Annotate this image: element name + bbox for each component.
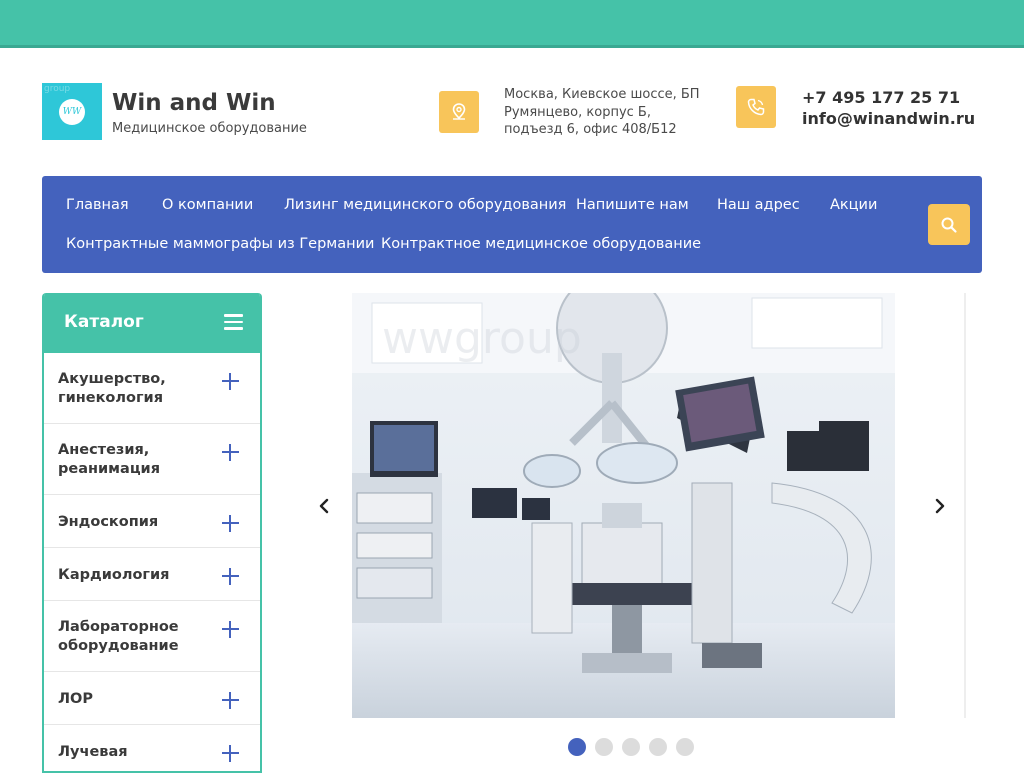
search-button[interactable]	[928, 204, 970, 245]
slider-dot[interactable]	[676, 738, 694, 756]
address-block: Москва, Киевское шоссе, БП Румянцево, кор…	[504, 86, 714, 139]
plus-icon[interactable]	[222, 621, 239, 638]
main-navigation: Главная О компании Лизинг медицинского о…	[42, 176, 982, 273]
nav-home[interactable]: Главная	[66, 197, 129, 213]
catalog-item-label: реанимация	[58, 461, 161, 477]
plus-icon[interactable]	[222, 444, 239, 461]
phone-number[interactable]: +7 495 177 25 71	[802, 87, 975, 108]
plus-icon[interactable]	[222, 745, 239, 762]
slider-watermark: wwgroup	[382, 313, 582, 364]
address-line: Москва, Киевское шоссе, БП	[504, 87, 700, 102]
catalog-item-label: оборудование	[58, 638, 179, 654]
email-link[interactable]: info@winandwin.ru	[802, 108, 975, 129]
search-icon	[941, 217, 957, 233]
catalog-item[interactable]: Акушерство, гинекология	[44, 353, 260, 424]
catalog-item[interactable]: Анестезия, реанимация	[44, 424, 260, 495]
catalog-title: Каталог	[64, 312, 144, 332]
nav-promotions[interactable]: Акции	[830, 197, 877, 213]
operating-room-image: wwgroup	[352, 293, 895, 718]
catalog-item-label: гинекология	[58, 390, 164, 406]
nav-contract-equipment[interactable]: Контрактное медицинское оборудование	[381, 236, 701, 252]
catalog-sidebar: Каталог Акушерство, гинекология Анестезия,…	[42, 293, 262, 773]
catalog-item[interactable]: Лучевая	[44, 725, 260, 771]
brand-subtitle: Медицинское оборудование	[112, 121, 307, 136]
nav-about[interactable]: О компании	[162, 197, 253, 213]
address-line: Румянцево, корпус Б,	[504, 104, 651, 120]
catalog-item[interactable]: Эндоскопия	[44, 495, 260, 548]
phone-icon	[736, 86, 776, 128]
logo-watermark: group	[44, 84, 71, 94]
contact-block: +7 495 177 25 71 info@winandwin.ru	[802, 87, 975, 129]
slider-dot[interactable]	[649, 738, 667, 756]
nav-contact-us[interactable]: Напишите нам	[576, 197, 689, 213]
nav-our-address[interactable]: Наш адрес	[717, 197, 800, 213]
address-line: подъезд 6, офис 408/Б12	[504, 122, 677, 137]
site-header: group WW Win and Win Медицинское оборудо…	[0, 48, 1024, 176]
top-accent-bar	[0, 0, 1024, 48]
slider-prev-button[interactable]	[309, 491, 339, 521]
catalog-item[interactable]: ЛОР	[44, 672, 260, 725]
hero-slider: wwgroup	[352, 293, 895, 718]
catalog-header[interactable]: Каталог	[44, 293, 260, 353]
nav-leasing[interactable]: Лизинг медицинского оборудования	[284, 197, 566, 213]
plus-icon[interactable]	[222, 515, 239, 532]
plus-icon[interactable]	[222, 568, 239, 585]
site-logo[interactable]: group WW	[42, 83, 102, 140]
chevron-right-icon	[935, 498, 945, 514]
next-slide-edge	[964, 293, 966, 718]
map-pin-icon	[439, 91, 479, 133]
brand-name[interactable]: Win and Win	[112, 90, 276, 116]
plus-icon[interactable]	[222, 373, 239, 390]
catalog-item[interactable]: Кардиология	[44, 548, 260, 601]
menu-icon[interactable]	[224, 314, 243, 330]
slider-next-button[interactable]	[925, 491, 955, 521]
slider-dot[interactable]	[595, 738, 613, 756]
slider-dot[interactable]	[568, 738, 586, 756]
chevron-left-icon	[319, 498, 329, 514]
nav-mammographs[interactable]: Контрактные маммографы из Германии	[66, 236, 374, 252]
plus-icon[interactable]	[222, 692, 239, 709]
logo-emblem: WW	[59, 99, 85, 125]
slider-dot[interactable]	[622, 738, 640, 756]
catalog-item[interactable]: Лабораторное оборудование	[44, 601, 260, 672]
